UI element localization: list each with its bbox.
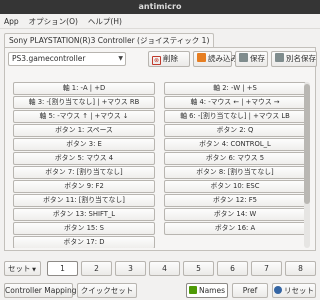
mapping-button-7[interactable]: ボタン 7: [割り当てなし] [13, 166, 155, 179]
save-button[interactable]: 保存 [235, 51, 268, 67]
mapping-button-6[interactable]: ボタン 6: マウス 5 [164, 152, 306, 165]
reset-icon [274, 286, 282, 294]
mapping-row: ボタン 11: [割り当てなし] ボタン 12: F5 [13, 194, 306, 207]
mapping-axis-4[interactable]: 軸 4: -マウス ← | +マウス → [164, 96, 306, 109]
set-button-5[interactable]: 5 [183, 261, 214, 276]
set-button-1[interactable]: 1 [47, 261, 78, 276]
mapping-button-3[interactable]: ボタン 3: E [13, 138, 155, 151]
set-button-8[interactable]: 8 [285, 261, 316, 276]
mapping-row: ボタン 1: スペース ボタン 2: Q [13, 124, 306, 137]
set-label: セット [8, 264, 31, 273]
set-bar: セット ▼ 1 2 3 4 5 6 7 8 [4, 261, 316, 276]
set-button-6[interactable]: 6 [217, 261, 248, 276]
controller-mapping-button[interactable]: Controller Mapping [4, 283, 76, 298]
mapping-axis-5[interactable]: 軸 5: -マウス ↑ | +マウス ↓ [13, 110, 155, 123]
delete-button[interactable]: ⊗ 削除 [148, 51, 190, 67]
set-button-7[interactable]: 7 [251, 261, 282, 276]
mapping-button-8[interactable]: ボタン 8: [割り当てなし] [164, 166, 306, 179]
menu-help[interactable]: ヘルプ(H) [88, 16, 122, 27]
chevron-down-icon: ▼ [118, 55, 123, 62]
reset-button[interactable]: リセット [272, 283, 316, 298]
profile-select-value: PS3.gamecontroller [12, 54, 86, 63]
names-toggle[interactable]: Names [186, 283, 228, 298]
mapping-axis-1[interactable]: 軸 1: -A | +D [13, 82, 155, 95]
names-label: Names [198, 286, 226, 295]
mapping-button-16[interactable]: ボタン 16: A [164, 222, 306, 235]
save-as-button[interactable]: 別名保存 [271, 51, 317, 67]
save-label: 保存 [250, 54, 265, 63]
tab-controller-1[interactable]: Sony PLAYSTATION(R)3 Controller (ジョイスティッ… [4, 33, 215, 47]
save-icon [239, 53, 248, 62]
mapping-row: ボタン 9: F2 ボタン 10: ESC [13, 180, 306, 193]
set-button-4[interactable]: 4 [149, 261, 180, 276]
mapping-row: ボタン 3: E ボタン 4: CONTROL_L [13, 138, 306, 151]
controller-panel: PS3.gamecontroller ▼ ⊗ 削除 読み込み 保存 別名保存 軸 … [4, 47, 317, 251]
load-label: 読み込み [208, 54, 238, 63]
profile-select[interactable]: PS3.gamecontroller ▼ [8, 52, 126, 66]
folder-icon [197, 53, 206, 62]
quick-set-button[interactable]: クイックセット [77, 283, 137, 298]
mapping-button-12[interactable]: ボタン 12: F5 [164, 194, 306, 207]
profile-toolbar: PS3.gamecontroller ▼ ⊗ 削除 読み込み 保存 別名保存 [8, 51, 317, 67]
mapping-row: ボタン 5: マウス 4 ボタン 6: マウス 5 [13, 152, 306, 165]
load-button[interactable]: 読み込み [193, 51, 238, 67]
mapping-row: ボタン 15: S ボタン 16: A [13, 222, 306, 235]
mapping-scrollbar[interactable] [304, 82, 310, 248]
mapping-button-13[interactable]: ボタン 13: SHIFT_L [13, 208, 155, 221]
menu-options[interactable]: オプション(O) [29, 16, 78, 27]
mapping-button-14[interactable]: ボタン 14: W [164, 208, 306, 221]
bottom-bar: Controller Mapping クイックセット Names Pref リセ… [4, 283, 316, 298]
mapping-button-5[interactable]: ボタン 5: マウス 4 [13, 152, 155, 165]
mapping-row: 軸 1: -A | +D 軸 2: -W | +S [13, 82, 306, 95]
mapping-button-17[interactable]: ボタン 17: D [13, 236, 155, 248]
pref-button[interactable]: Pref [232, 283, 268, 298]
save-as-icon [275, 53, 284, 62]
menu-bar: App オプション(O) ヘルプ(H) [0, 14, 320, 29]
save-as-label: 別名保存 [286, 54, 316, 63]
mapping-row: 軸 5: -マウス ↑ | +マウス ↓ 軸 6: -[割り当てなし] | +マ… [13, 110, 306, 123]
mapping-axis-2[interactable]: 軸 2: -W | +S [164, 82, 306, 95]
scrollbar-thumb[interactable] [304, 84, 310, 204]
set-button-3[interactable]: 3 [115, 261, 146, 276]
controller-tabs: Sony PLAYSTATION(R)3 Controller (ジョイスティッ… [4, 33, 215, 47]
menu-app[interactable]: App [4, 17, 19, 26]
mapping-button-2[interactable]: ボタン 2: Q [164, 124, 306, 137]
set-button-2[interactable]: 2 [81, 261, 112, 276]
mapping-axis-6[interactable]: 軸 6: -[割り当てなし] | +マウス LB [164, 110, 306, 123]
mapping-button-4[interactable]: ボタン 4: CONTROL_L [164, 138, 306, 151]
mapping-grid: 軸 1: -A | +D 軸 2: -W | +S 軸 3: -[割り当てなし]… [13, 82, 306, 248]
names-icon [188, 286, 197, 294]
mapping-row: 軸 3: -[割り当てなし] | +マウス RB 軸 4: -マウス ← | +… [13, 96, 306, 109]
delete-icon: ⊗ [152, 56, 161, 65]
mapping-button-11[interactable]: ボタン 11: [割り当てなし] [13, 194, 155, 207]
mapping-button-10[interactable]: ボタン 10: ESC [164, 180, 306, 193]
mapping-row: ボタン 13: SHIFT_L ボタン 14: W [13, 208, 306, 221]
set-menu-button[interactable]: セット ▼ [4, 261, 41, 276]
delete-label: 削除 [163, 54, 178, 63]
mapping-button-15[interactable]: ボタン 15: S [13, 222, 155, 235]
mapping-row: ボタン 7: [割り当てなし] ボタン 8: [割り当てなし] [13, 166, 306, 179]
mapping-button-1[interactable]: ボタン 1: スペース [13, 124, 155, 137]
reset-label: リセット [284, 286, 314, 295]
chevron-down-icon: ▼ [30, 267, 36, 273]
mapping-button-9[interactable]: ボタン 9: F2 [13, 180, 155, 193]
window-title: antimicro [0, 0, 320, 14]
mapping-row: ボタン 17: D [13, 236, 306, 248]
mapping-axis-3[interactable]: 軸 3: -[割り当てなし] | +マウス RB [13, 96, 155, 109]
